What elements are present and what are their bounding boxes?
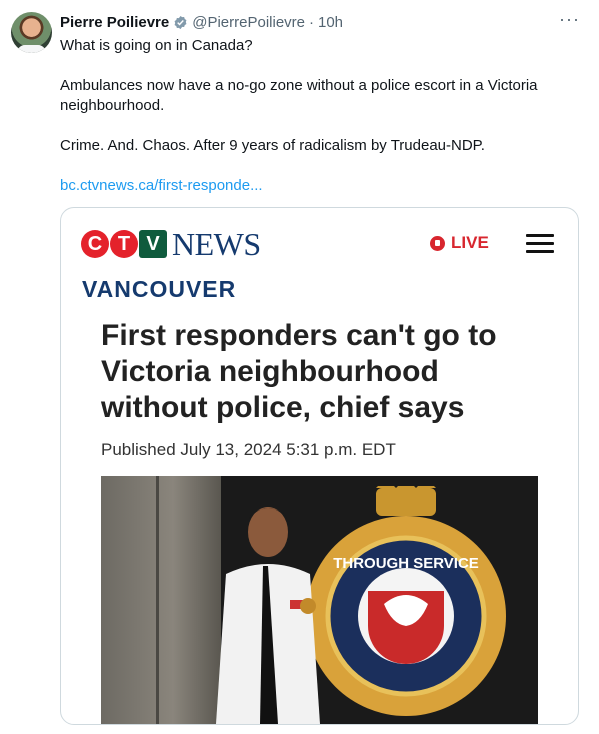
tweet-header: Pierre Poilievre @PierrePoilievre · 10h [60, 13, 343, 31]
author-avatar[interactable] [11, 12, 52, 53]
published-date: Published July 13, 2024 5:31 p.m. EDT [101, 440, 396, 459]
officer-figure [216, 507, 320, 724]
tweet-line-1: What is going on in Canada? [60, 37, 253, 54]
region-label: VANCOUVER [82, 276, 237, 302]
author-name[interactable]: Pierre Poilievre [60, 14, 169, 31]
menu-icon [526, 234, 554, 254]
logo-c: C [81, 230, 109, 258]
tweet-link[interactable]: bc.ctvnews.ca/first-responde... [60, 176, 263, 196]
logo-news: NEWS [172, 225, 261, 262]
logo-t: T [110, 230, 138, 258]
author-handle[interactable]: @PierrePoilievre [192, 14, 305, 31]
crest-text: THROUGH SERVICE [333, 555, 479, 572]
verified-badge-icon [174, 15, 187, 29]
ctv-news-logo: C T V NEWS [81, 224, 261, 264]
link-preview-card[interactable]: C T V NEWS LIVE VANCOUVER First responde… [60, 207, 579, 725]
article-headline: First responders can't go to Victoria ne… [101, 319, 497, 424]
more-icon[interactable]: ··· [559, 10, 579, 31]
article-photo: THROUGH SERVICE [101, 476, 538, 724]
live-button: LIVE [430, 233, 489, 253]
tweet-line-2: Ambulances now have a no-go zone without… [60, 77, 538, 114]
police-crest: THROUGH SERVICE [306, 486, 506, 716]
tweet-time[interactable]: 10h [318, 14, 343, 31]
live-icon [430, 235, 445, 251]
logo-v: V [139, 230, 167, 258]
photo-wall [101, 476, 221, 724]
tweet-line-3: Crime. And. Chaos. After 9 years of radi… [60, 137, 485, 154]
live-label: LIVE [451, 233, 489, 252]
separator-dot: · [309, 13, 314, 31]
